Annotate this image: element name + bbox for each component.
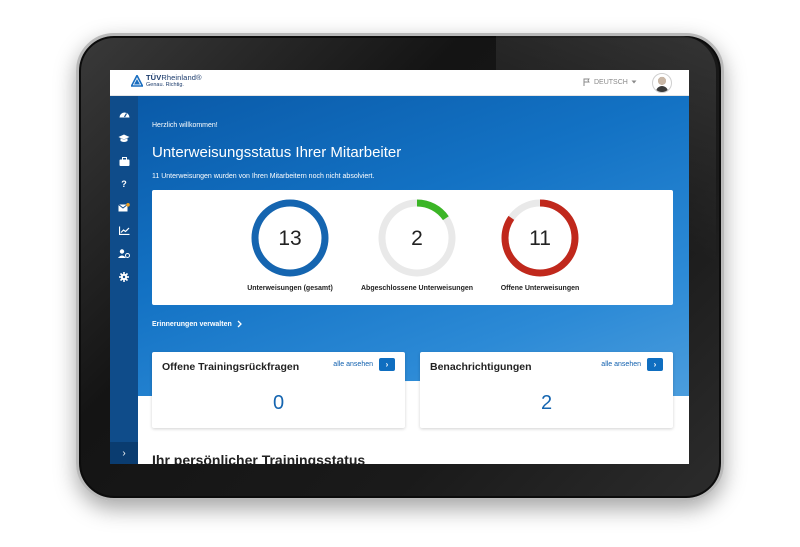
page-subtitle: 11 Unterweisungen wurden von Ihren Mitar… <box>152 173 375 180</box>
greeting-text: Herzlich willkommen! <box>152 122 218 129</box>
open-questions-card: Offene Trainingsrückfragen alle ansehen … <box>152 352 405 428</box>
stat-ring: 2 <box>378 199 456 277</box>
help-icon[interactable]: ? <box>117 177 131 191</box>
stat-open[interactable]: 11 Offene Unterweisungen <box>470 198 610 292</box>
app-screen: TÜVRheinland® Genau. Richtig. DEUTSCH ? … <box>110 70 689 464</box>
user-settings-icon[interactable] <box>117 246 131 260</box>
view-all-questions-link[interactable]: alle ansehen › <box>333 358 395 371</box>
language-label: DEUTSCH <box>594 78 628 86</box>
section-title: Ihr persönlicher Trainingsstatus <box>152 452 366 464</box>
tuv-triangle-icon <box>131 75 143 87</box>
arrow-right-button[interactable]: › <box>379 358 395 371</box>
card-count: 0 <box>272 392 285 414</box>
stat-value: 13 <box>278 227 301 250</box>
stats-card: 13 Unterweisungen (gesamt) 2 Abgeschloss… <box>152 190 673 305</box>
sidebar: ? › <box>110 96 138 464</box>
card-count: 2 <box>540 392 553 414</box>
chevron-right-icon <box>237 320 242 328</box>
sidebar-expand-button[interactable]: › <box>110 442 138 464</box>
stat-label: Abgeschlossene Unterweisungen <box>360 285 474 292</box>
caret-down-icon <box>631 80 637 84</box>
page-title: Unterweisungsstatus Ihrer Mitarbeiter <box>152 144 402 161</box>
top-bar: TÜVRheinland® Genau. Richtig. DEUTSCH <box>110 70 689 96</box>
stat-total[interactable]: 13 Unterweisungen (gesamt) <box>220 198 360 292</box>
graduation-cap-icon[interactable] <box>117 131 131 145</box>
briefcase-icon[interactable] <box>117 154 131 168</box>
user-avatar[interactable] <box>652 73 672 93</box>
notifications-card: Benachrichtigungen alle ansehen › 2 <box>420 352 673 428</box>
dashboard-icon[interactable] <box>117 107 131 121</box>
chevron-right-icon: › <box>122 447 126 459</box>
stat-label: Offene Unterweisungen <box>500 285 580 292</box>
view-all-notifications-link[interactable]: alle ansehen › <box>601 358 663 371</box>
card-title: Offene Trainingsrückfragen <box>162 361 300 373</box>
card-title: Benachrichtigungen <box>430 361 532 373</box>
manage-reminders-link[interactable]: Erinnerungen verwalten <box>152 320 242 328</box>
flag-icon <box>583 78 590 86</box>
brand-tagline: Genau. Richtig. <box>146 81 184 88</box>
arrow-right-button[interactable]: › <box>647 358 663 371</box>
mail-icon[interactable] <box>117 200 131 214</box>
brand-logo[interactable]: TÜVRheinland® Genau. Richtig. <box>131 74 202 88</box>
gear-icon[interactable] <box>117 270 131 284</box>
stat-value: 11 <box>529 227 551 250</box>
stat-completed[interactable]: 2 Abgeschlossene Unterweisungen <box>347 198 487 292</box>
main-content: Herzlich willkommen! Unterweisungsstatus… <box>138 96 689 464</box>
stat-ring: 13 <box>251 199 329 277</box>
brand-name: TÜVRheinland® <box>146 73 202 82</box>
language-selector[interactable]: DEUTSCH <box>583 78 637 86</box>
stat-value: 2 <box>411 227 423 250</box>
stat-ring: 11 <box>501 199 579 277</box>
stat-label: Unterweisungen (gesamt) <box>247 285 333 292</box>
chart-icon[interactable] <box>117 223 131 237</box>
